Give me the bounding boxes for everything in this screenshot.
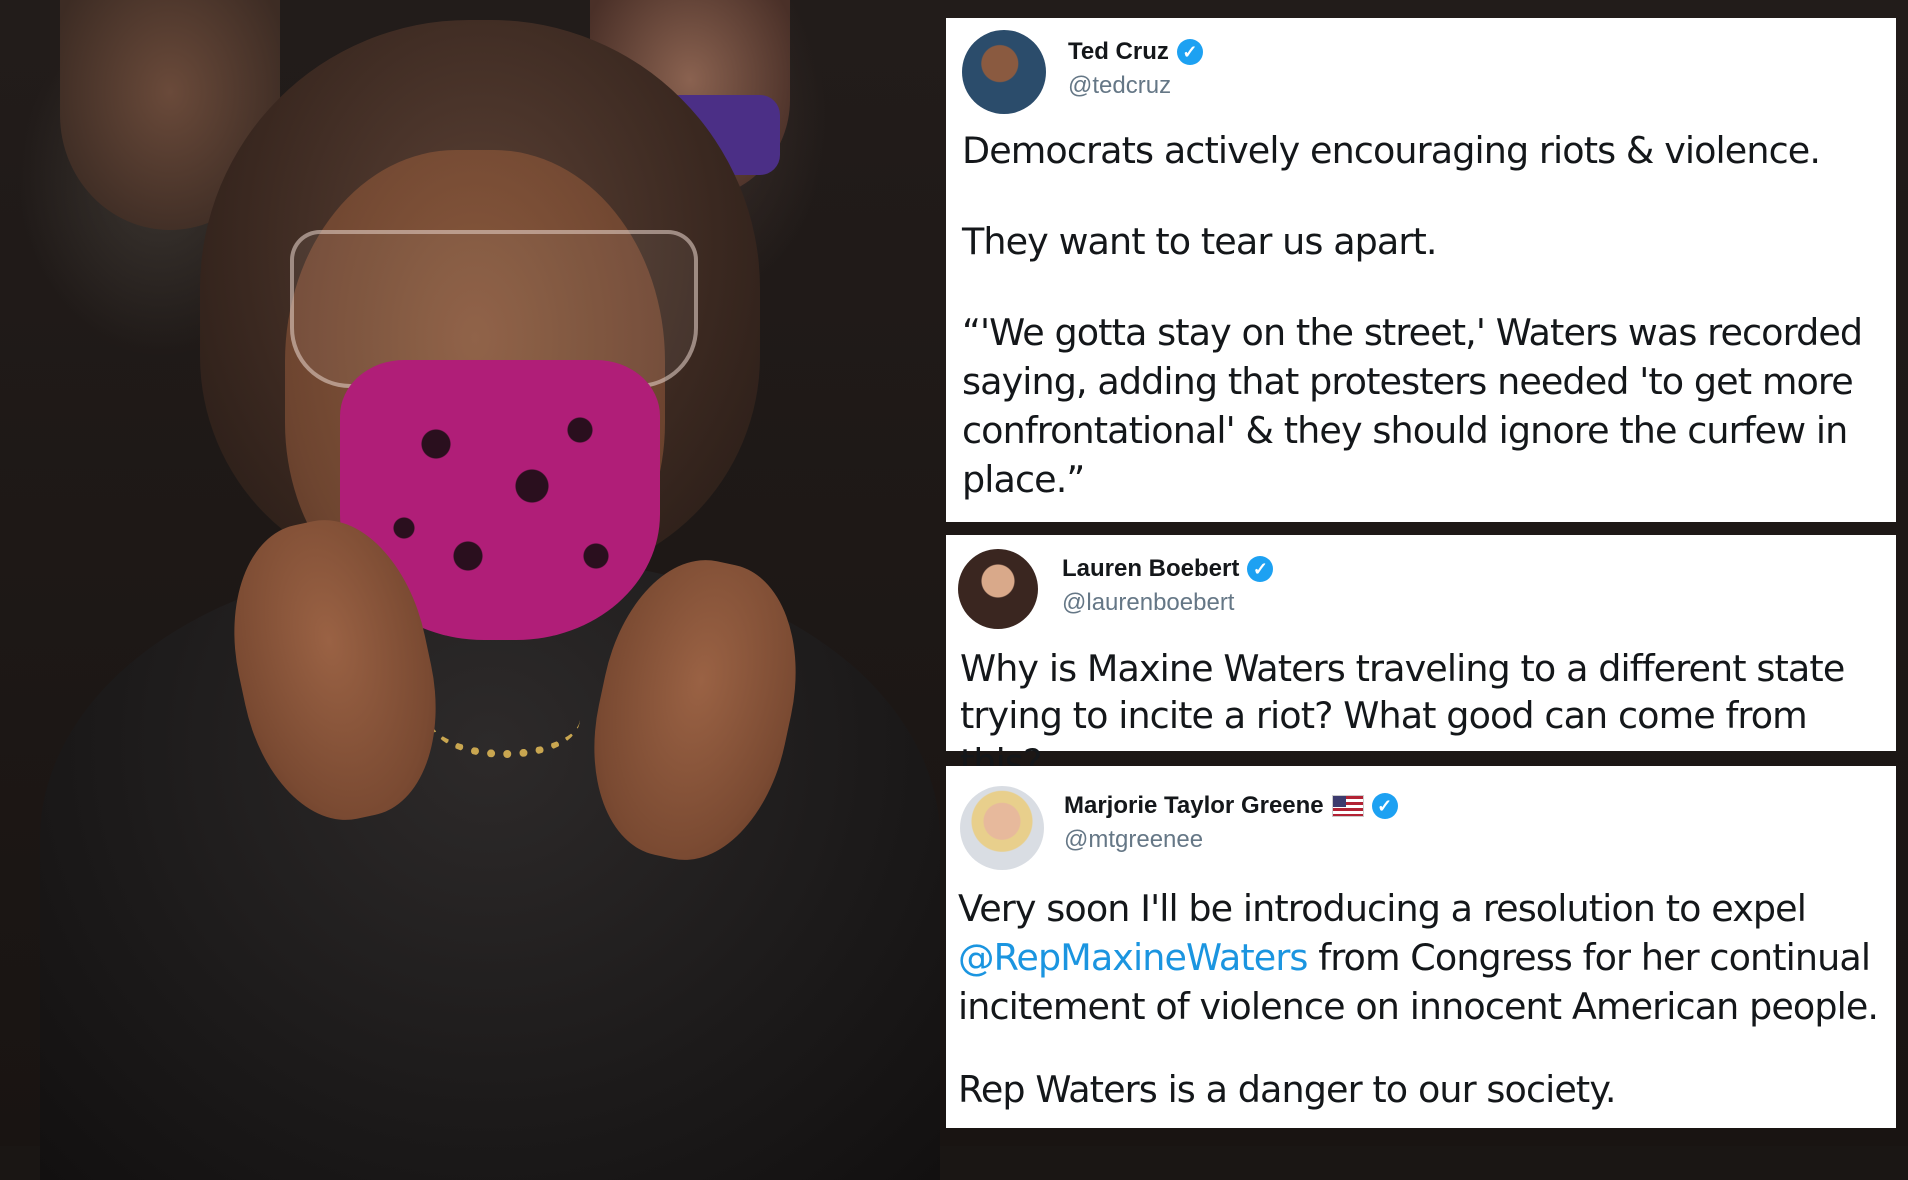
tweet-card-laurenboebert[interactable]: Lauren Boebert ✓ @laurenboebert Why is M… xyxy=(946,535,1896,784)
us-flag-icon xyxy=(1331,795,1364,817)
tweet-author-name[interactable]: Ted Cruz ✓ xyxy=(1068,38,1203,66)
tweet-paragraph: Why is Maxine Waters traveling to a diff… xyxy=(960,647,1845,784)
tweet-paragraph: Democrats actively encouraging riots & v… xyxy=(962,129,1821,172)
tweet-paragraph: Very soon I'll be introducing a resoluti… xyxy=(958,884,1893,1031)
tweet-paragraph: They want to tear us apart. xyxy=(962,220,1438,263)
subject-jacket xyxy=(40,560,940,1180)
tweet-text: Very soon I'll be introducing a resoluti… xyxy=(958,884,1893,1114)
tweet-text: Democrats actively encouraging riots & v… xyxy=(962,126,1890,504)
tweet-author-handle[interactable]: @tedcruz xyxy=(1068,72,1171,100)
tweet-card-tedcruz[interactable]: Ted Cruz ✓ @tedcruz Democrats actively e… xyxy=(946,18,1896,522)
author-name-text: Ted Cruz xyxy=(1068,38,1169,65)
verified-badge-icon: ✓ xyxy=(1247,556,1274,582)
tweet-text: Why is Maxine Waters traveling to a diff… xyxy=(960,645,1892,786)
subject-necklace xyxy=(430,680,580,758)
tweet-author-name[interactable]: Marjorie Taylor Greene ✓ xyxy=(1064,792,1398,820)
tweet-card-mtgreenee[interactable]: Marjorie Taylor Greene ✓ @mtgreenee Very… xyxy=(946,766,1896,1128)
author-name-text: Lauren Boebert xyxy=(1062,555,1240,582)
tweet-author-name[interactable]: Lauren Boebert ✓ xyxy=(1062,555,1274,583)
avatar[interactable] xyxy=(958,549,1038,629)
avatar[interactable] xyxy=(960,786,1044,870)
main-subject xyxy=(0,0,950,1180)
tweet-author-handle[interactable]: @mtgreenee xyxy=(1064,826,1203,854)
tweet-paragraph: Rep Waters is a danger to our society. xyxy=(958,1068,1616,1111)
tweet-author-handle[interactable]: @laurenboebert xyxy=(1062,589,1234,617)
tweet-paragraph: “'We gotta stay on the street,' Waters w… xyxy=(962,311,1863,501)
avatar[interactable] xyxy=(962,30,1046,114)
tweet-text-segment: Very soon I'll be introducing a resoluti… xyxy=(958,887,1807,930)
author-name-text: Marjorie Taylor Greene xyxy=(1064,792,1324,819)
mention-link[interactable]: @RepMaxineWaters xyxy=(958,936,1308,979)
verified-badge-icon: ✓ xyxy=(1176,39,1203,65)
verified-badge-icon: ✓ xyxy=(1371,793,1398,819)
